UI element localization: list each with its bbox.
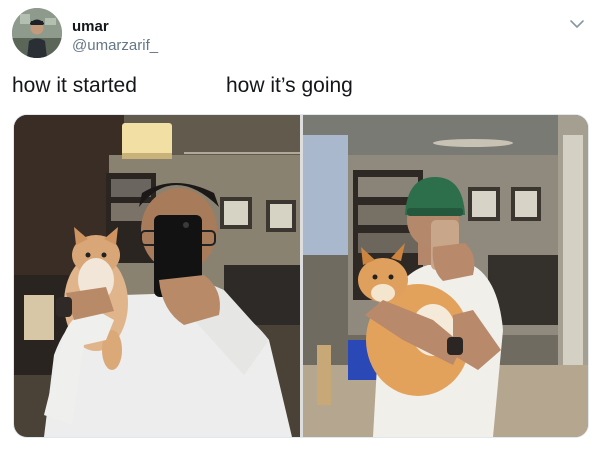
author-name[interactable]: umar xyxy=(72,18,109,35)
media-grid xyxy=(13,114,589,438)
photo-kitten-selfie xyxy=(14,115,300,437)
caption-how-its-going: how it’s going xyxy=(226,74,353,97)
caption-how-it-started: how it started xyxy=(12,74,137,97)
photo-cat-selfie xyxy=(303,115,588,437)
tweet-header: umar @umarzarif_ xyxy=(12,8,590,60)
author-handle[interactable]: @umarzarif_ xyxy=(72,37,158,54)
avatar-photo-icon xyxy=(12,8,62,58)
avatar[interactable] xyxy=(12,8,62,58)
media-photo-right[interactable] xyxy=(303,115,588,437)
media-photo-left[interactable] xyxy=(14,115,300,437)
chevron-down-icon[interactable] xyxy=(568,15,586,33)
